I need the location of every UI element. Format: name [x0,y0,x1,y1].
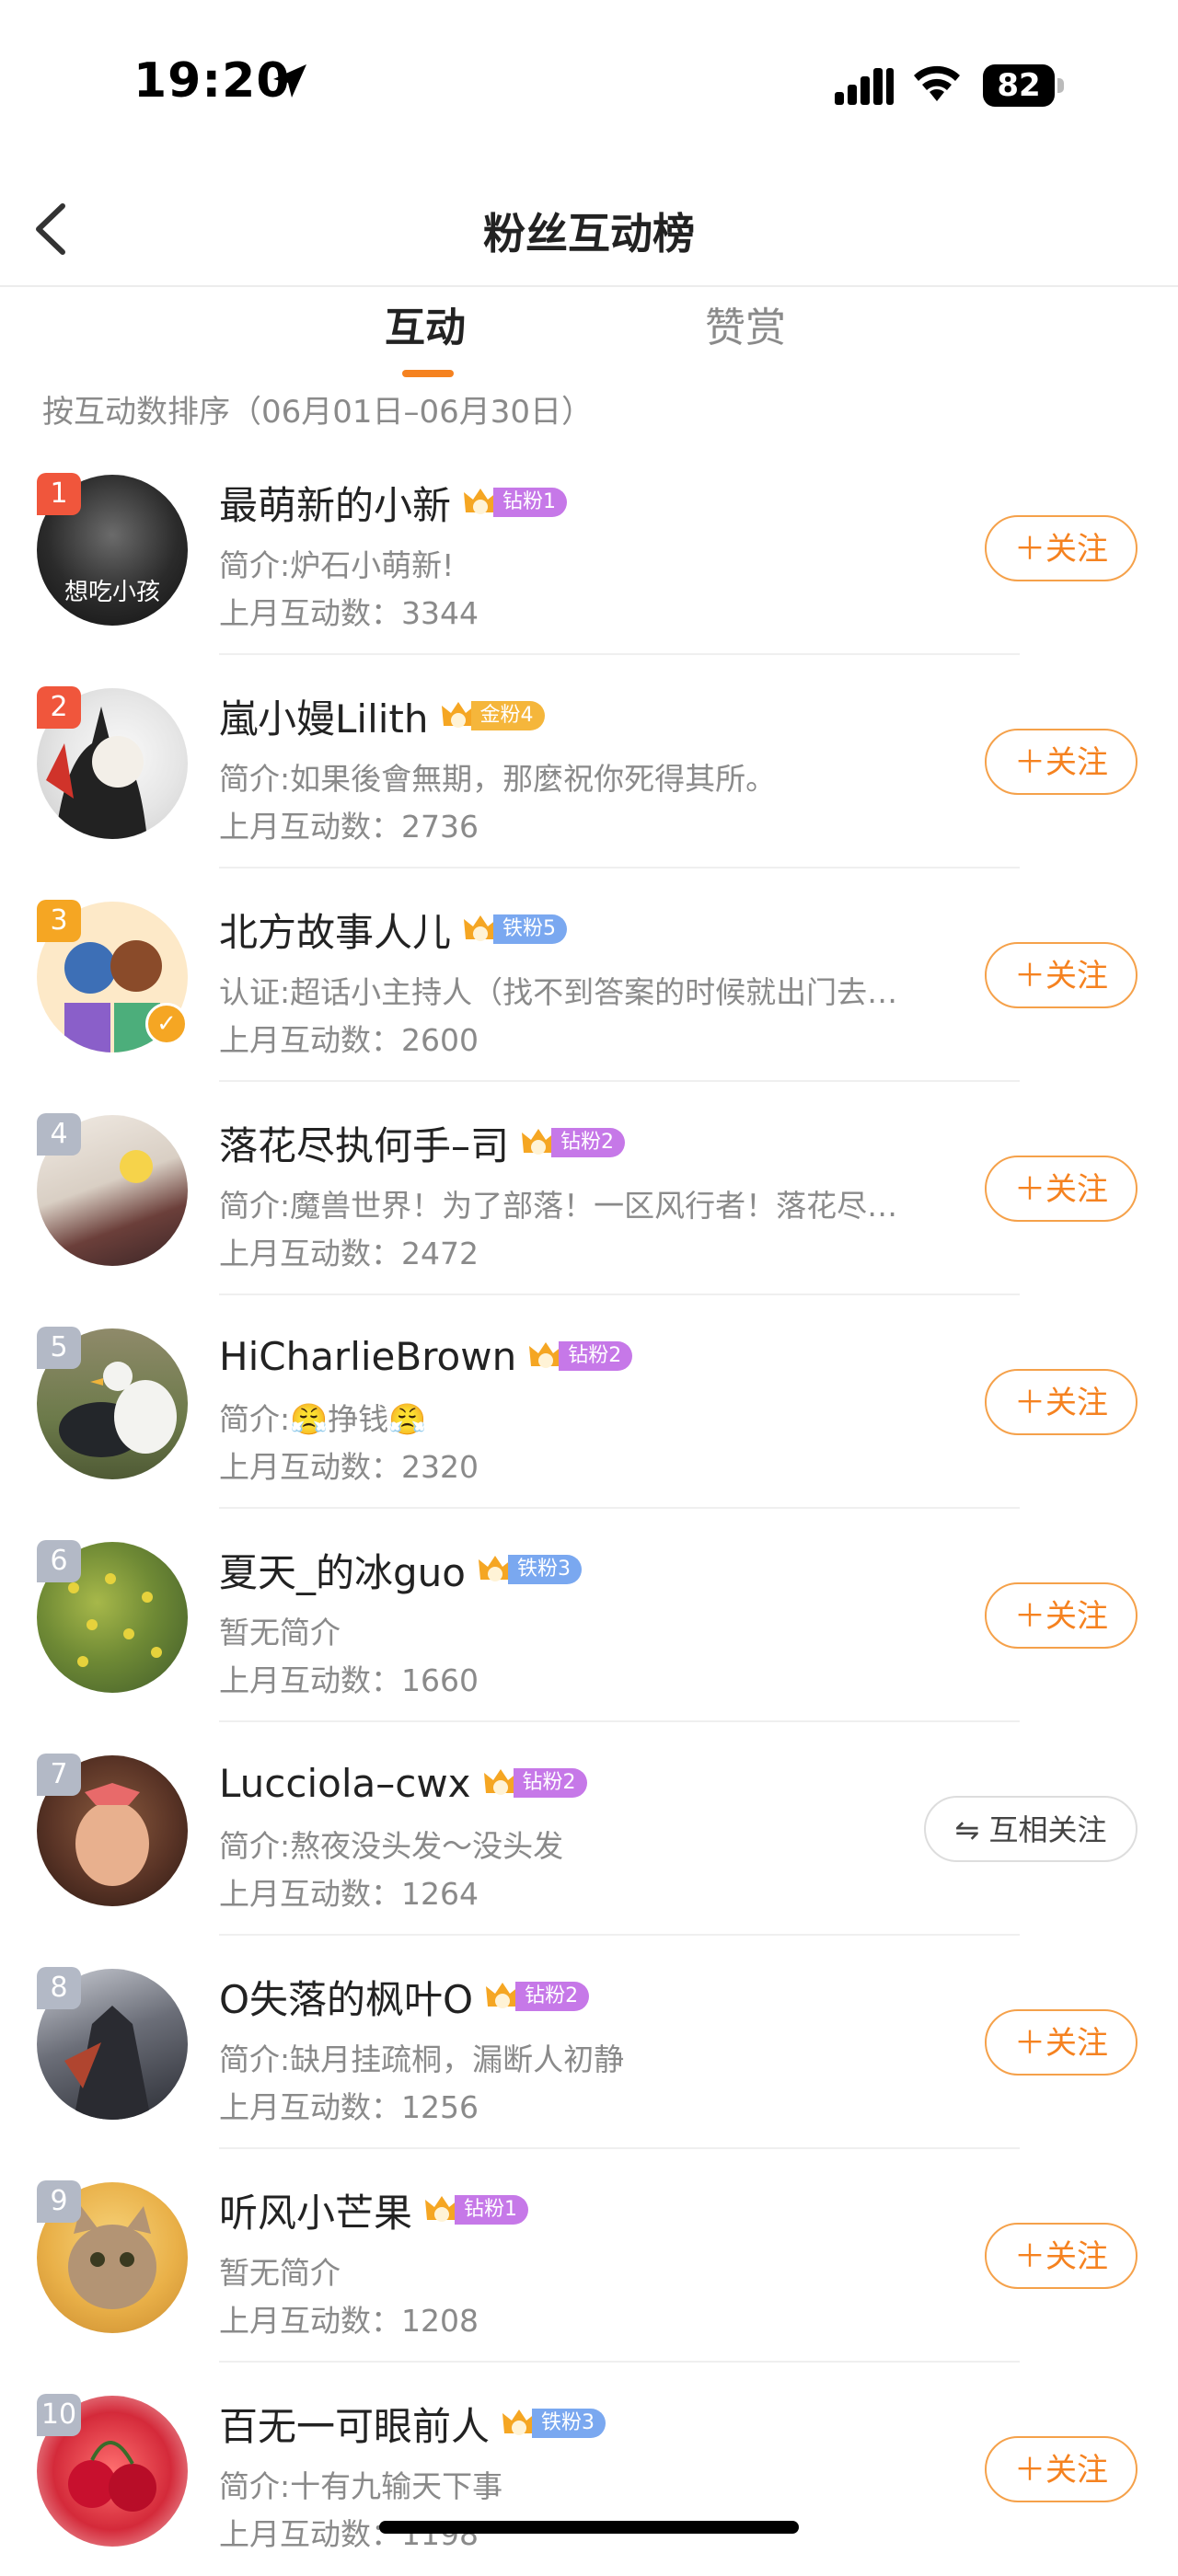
fan-level-label: 钻粉2 [551,1128,626,1157]
rank-badge: 10 [37,2394,81,2436]
follow-button[interactable]: ＋关注 [985,2009,1138,2076]
wifi-icon [914,65,960,101]
interaction-count: 上月互动数：2320 [219,1449,479,1485]
user-bio: 简介:如果後會無期，那麼祝你死得其所。 [219,761,777,797]
fan-level-label: 铁粉5 [493,914,568,944]
fan-level-label: 金粉4 [470,701,545,730]
list-item[interactable]: 9 听风小芒果 钻粉1 暂无简介 上月互动数：1208 ＋关注 [0,2149,1178,2363]
user-name[interactable]: Lucciola–cwx [219,1761,471,1806]
battery-level: 82 [997,67,1041,104]
user-name[interactable]: 百无一可眼前人 [219,2396,490,2452]
list-item[interactable]: 4 落花尽执何手–司 钻粉2 简介:魔兽世界！为了部落！一区风行者！落花尽… 上… [0,1082,1178,1295]
follow-button[interactable]: ＋关注 [985,1156,1138,1222]
list-item[interactable]: 7 Lucciola–cwx 钻粉2 简介:熬夜没头发～没头发 上月互动数：12… [0,1722,1178,1936]
fan-level-label: 钻粉2 [559,1341,633,1371]
fan-level-badge: 钻粉2 [482,1765,587,1800]
fan-level-badge: 钻粉2 [520,1125,626,1160]
verified-icon: ✓ [145,1003,188,1045]
rank-badge: 6 [37,1540,81,1582]
active-tab-indicator [402,370,454,377]
status-time: 19:20 [133,53,291,109]
follow-button[interactable]: ＋关注 [985,515,1138,581]
interaction-count: 上月互动数：3344 [219,595,479,631]
follow-button[interactable]: ＋关注 [985,1582,1138,1649]
fan-level-badge: 钻粉1 [423,2192,529,2227]
fan-level-label: 钻粉2 [513,1768,587,1798]
rank-badge: 8 [37,1967,81,2009]
list-item[interactable]: 2 嵐小嫚Lilith 金粉4 简介:如果後會無期，那麼祝你死得其所。 上月互动… [0,655,1178,868]
user-name[interactable]: 夏天_的冰guo [219,1542,466,1598]
follow-button[interactable]: ＋关注 [985,2436,1138,2502]
sort-label: 按互动数排序（06月01日–06月30日） [42,394,594,431]
fan-level-label: 铁粉3 [532,2409,606,2438]
interaction-count: 上月互动数：2736 [219,809,479,845]
cellular-signal-icon [835,68,894,105]
fan-level-badge: 钻粉2 [484,1979,590,2014]
avatar-caption: 想吃小孩 [64,579,160,606]
follow-button[interactable]: ＋关注 [985,2223,1138,2289]
user-bio: 简介:😤挣钱😤 [219,1401,427,1437]
interaction-count: 上月互动数：1256 [219,2089,479,2125]
list-item[interactable]: 3 ✓ 北方故事人儿 铁粉5 认证:超话小主持人（找不到答案的时候就出门去… 上… [0,868,1178,1082]
user-bio: 暂无简介 [219,1615,341,1650]
rank-badge: 3 [37,900,81,942]
user-bio: 简介:炉石小萌新! [219,547,455,583]
fan-level-badge: 钻粉1 [462,485,568,520]
follow-button[interactable]: ＋关注 [985,942,1138,1008]
fan-level-label: 钻粉1 [455,2195,529,2225]
rank-badge: 1 [37,473,81,515]
user-bio: 简介:十有九输天下事 [219,2468,503,2504]
nav-bar: 粉丝互动榜 [0,175,1178,287]
user-name[interactable]: HiCharlieBrown [219,1334,516,1379]
follow-button[interactable]: ＋关注 [985,729,1138,795]
rank-badge: 4 [37,1113,81,1156]
battery-indicator: 82 [983,64,1064,107]
tab-bar: 互动 赞赏 [0,287,1178,379]
fan-level-badge: 金粉4 [440,698,545,733]
fan-level-badge: 铁粉5 [462,912,568,947]
status-bar: 19:20 82 [0,0,1178,156]
list-item[interactable]: 想吃小孩 1 最萌新的小新 钻粉1 简介:炉石小萌新! 上月互动数：3344 ＋… [0,442,1178,655]
interaction-count: 上月互动数：1264 [219,1876,479,1912]
user-bio: 简介:魔兽世界！为了部落！一区风行者！落花尽… [219,1188,898,1224]
user-name[interactable]: 听风小芒果 [219,2182,412,2238]
fan-level-label: 铁粉3 [507,1555,582,1584]
interaction-count: 上月互动数：1208 [219,2303,479,2339]
user-name[interactable]: 最萌新的小新 [219,475,451,531]
interaction-count: 上月互动数：1660 [219,1662,479,1698]
user-name[interactable]: 嵐小嫚Lilith [219,688,429,744]
fan-level-badge: 钻粉2 [527,1339,633,1374]
rank-badge: 7 [37,1754,81,1796]
fan-level-badge: 铁粉3 [501,2406,606,2441]
user-bio: 简介:熬夜没头发～没头发 [219,1828,564,1864]
user-name[interactable]: 落花尽执何手–司 [219,1115,509,1171]
location-arrow-icon [273,64,306,98]
rank-badge: 2 [37,686,81,729]
mutual-follow-button[interactable]: ⇋ 互相关注 [924,1796,1138,1862]
fan-level-label: 钻粉1 [493,488,568,517]
tab-appreciation[interactable]: 赞赏 [705,294,786,353]
interaction-count: 上月互动数：2600 [219,1022,479,1058]
rank-badge: 9 [37,2180,81,2223]
user-name[interactable]: 北方故事人儿 [219,902,451,958]
tab-interaction[interactable]: 互动 [385,294,466,353]
list-item[interactable]: 8 O失落的枫叶O 钻粉2 简介:缺月挂疏桐，漏断人初静 上月互动数：1256 … [0,1936,1178,2149]
list-item[interactable]: 6 夏天_的冰guo 铁粉3 暂无简介 上月互动数：1660 ＋关注 [0,1509,1178,1722]
page-title: 粉丝互动榜 [483,209,695,259]
fan-level-label: 钻粉2 [515,1982,590,2011]
list-item[interactable]: 10 百无一可眼前人 铁粉3 简介:十有九输天下事 上月互动数：1198 ＋关注 [0,2363,1178,2576]
user-bio: 暂无简介 [219,2255,341,2291]
user-bio: 简介:缺月挂疏桐，漏断人初静 [219,2041,625,2077]
rank-badge: 5 [37,1327,81,1369]
list-item[interactable]: 5 HiCharlieBrown 钻粉2 简介:😤挣钱😤 上月互动数：2320 … [0,1295,1178,1509]
follow-button[interactable]: ＋关注 [985,1369,1138,1435]
home-indicator[interactable] [379,2521,799,2534]
fan-level-badge: 铁粉3 [477,1552,582,1587]
interaction-count: 上月互动数：2472 [219,1236,479,1271]
user-name[interactable]: O失落的枫叶O [219,1969,473,2025]
user-bio: 认证:超话小主持人（找不到答案的时候就出门去… [219,974,898,1010]
